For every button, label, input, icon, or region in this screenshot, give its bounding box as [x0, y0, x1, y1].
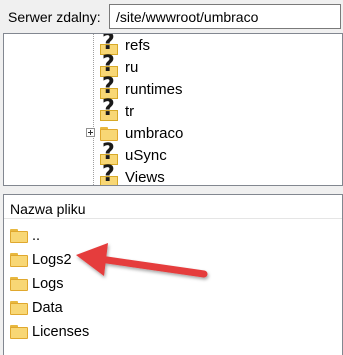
question-folder-icon: ? [99, 164, 119, 185]
column-header-filename[interactable]: Nazwa pliku [4, 195, 342, 219]
panel-splitter[interactable] [0, 186, 343, 194]
tree-item-label: ru [125, 59, 139, 76]
tree-item-tr[interactable]: ? tr [99, 98, 135, 123]
tree-item-label: tr [125, 103, 135, 120]
tree-item-views[interactable]: ? Views [99, 164, 165, 186]
file-row-label: .. [32, 228, 41, 244]
tree-guide-line [93, 34, 94, 185]
tree-item-label: Views [125, 169, 165, 186]
remote-site-bar: Serwer zdalny: /site/wwwroot/umbraco [0, 0, 343, 33]
remote-site-label: Serwer zdalny: [8, 9, 101, 25]
remote-directory-tree[interactable]: ? refs ? ru ? runtimes ? tr umbraco ? uS… [3, 33, 343, 186]
file-row-logs[interactable]: Logs [10, 273, 63, 295]
remote-path-input[interactable]: /site/wwwroot/umbraco [109, 4, 341, 29]
folder-icon [10, 229, 28, 243]
file-row-label: Logs [32, 276, 64, 292]
expand-umbraco-button[interactable] [86, 128, 95, 137]
folder-icon [10, 301, 28, 315]
tree-item-label: uSync [125, 147, 167, 164]
file-row-logs2[interactable]: Logs2 [10, 249, 72, 271]
remote-file-list[interactable]: Nazwa pliku .. Logs2 Logs Data Licenses [3, 194, 343, 355]
tree-item-label: umbraco [125, 125, 184, 142]
file-row-label: Licenses [32, 324, 90, 340]
folder-icon [10, 277, 28, 291]
question-folder-icon: ? [99, 98, 119, 123]
file-row-parent[interactable]: .. [10, 225, 40, 247]
file-row-data[interactable]: Data [10, 297, 63, 319]
folder-icon [10, 253, 28, 267]
tree-item-label: runtimes [125, 81, 183, 98]
folder-icon [10, 325, 28, 339]
file-row-label: Data [32, 300, 63, 316]
file-row-licenses[interactable]: Licenses [10, 321, 89, 343]
column-header-label: Nazwa pliku [10, 201, 86, 217]
file-row-label: Logs2 [32, 252, 72, 268]
tree-item-label: refs [125, 37, 151, 54]
folder-icon [100, 127, 118, 141]
